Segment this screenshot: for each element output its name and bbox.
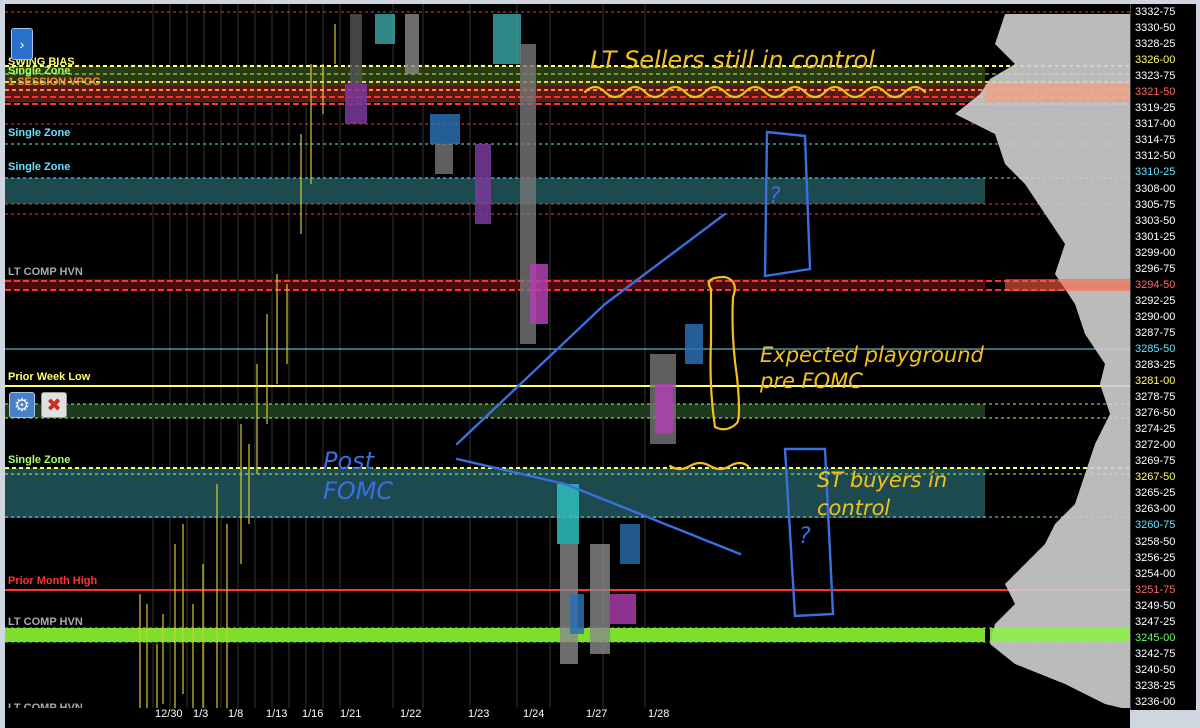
price-tick: 3310-25 bbox=[1135, 166, 1176, 179]
price-tick: 3290-00 bbox=[1135, 310, 1176, 323]
price-tick: 3269-75 bbox=[1135, 455, 1176, 468]
price-tick: 3251-75 bbox=[1135, 583, 1176, 596]
price-tick: 3281-00 bbox=[1135, 375, 1176, 388]
date-label: 1/21 bbox=[340, 708, 362, 720]
price-tick: 3308-00 bbox=[1135, 182, 1176, 195]
price-axis: 3332-75 3330-50 3328-25 3326-00 3323-75 3321-… bbox=[1130, 4, 1196, 710]
annotation-question-lower: ? bbox=[799, 524, 811, 549]
level-label-single-zone: Single Zone bbox=[8, 161, 71, 173]
price-tick: 3254-00 bbox=[1135, 567, 1176, 580]
price-tick: 3283-25 bbox=[1135, 359, 1176, 372]
price-tick: 3272-00 bbox=[1135, 439, 1176, 452]
level-label-single-zone: Single Zone bbox=[8, 454, 71, 466]
price-tick: 3247-25 bbox=[1135, 615, 1176, 628]
green-band bbox=[5, 404, 985, 418]
price-tick: 3301-25 bbox=[1135, 230, 1176, 243]
price-tick: 3294-50 bbox=[1135, 278, 1176, 291]
date-label: 1/23 bbox=[468, 708, 490, 720]
gear-icon: ⚙ bbox=[13, 394, 31, 415]
date-label: 12/30 bbox=[155, 708, 183, 720]
price-tick: 3299-00 bbox=[1135, 246, 1176, 259]
close-button[interactable]: ✖ bbox=[41, 392, 67, 418]
price-tick: 3312-50 bbox=[1135, 150, 1176, 163]
price-tick: 3256-25 bbox=[1135, 551, 1176, 564]
annotation-playground: Expected playground pre FOMC bbox=[760, 343, 984, 393]
level-label-prior-week-low: Prior Week Low bbox=[8, 371, 91, 383]
price-tick: 3323-75 bbox=[1135, 70, 1176, 83]
close-icon: ✖ bbox=[46, 394, 62, 415]
date-label: 1/27 bbox=[586, 708, 608, 720]
price-tick: 3258-50 bbox=[1135, 535, 1176, 548]
price-tick: 3276-50 bbox=[1135, 407, 1176, 420]
price-tick: 3321-50 bbox=[1135, 86, 1176, 99]
level-label-lt-comp-hvn: LT COMP HVN bbox=[8, 616, 83, 628]
annotation-top: LT Sellers still in control bbox=[590, 46, 875, 74]
date-label: 1/8 bbox=[228, 708, 244, 720]
date-label: 1/13 bbox=[266, 708, 288, 720]
price-tick: 3242-75 bbox=[1135, 647, 1176, 660]
price-tick: 3296-75 bbox=[1135, 262, 1176, 275]
price-tick: 3249-50 bbox=[1135, 599, 1176, 612]
expand-panel-button[interactable]: › bbox=[11, 28, 33, 60]
lt-comp-hvn-band bbox=[5, 628, 985, 642]
price-tick: 3332-75 bbox=[1135, 6, 1176, 18]
price-tick: 3314-75 bbox=[1135, 134, 1176, 147]
price-tick: 3238-25 bbox=[1135, 679, 1176, 692]
price-tick: 3260-75 bbox=[1135, 519, 1176, 532]
trading-window: SWING BIAS Single Zone 1 SESSION VPOC Si… bbox=[0, 0, 1200, 728]
price-tick: 3265-25 bbox=[1135, 487, 1176, 500]
price-tick: 3328-25 bbox=[1135, 38, 1176, 51]
price-tick: 3303-50 bbox=[1135, 214, 1176, 227]
price-tick: 3236-00 bbox=[1135, 696, 1176, 708]
price-tick: 3278-75 bbox=[1135, 391, 1176, 404]
date-label: 1/22 bbox=[400, 708, 422, 720]
level-label-lt-comp-hvn: LT COMP HVN bbox=[8, 266, 83, 278]
level-label-session-vpoc: 1 SESSION VPOC bbox=[8, 76, 101, 88]
price-tick: 3245-00 bbox=[1135, 631, 1176, 644]
price-tick: 3319-25 bbox=[1135, 102, 1176, 115]
price-tick: 3263-00 bbox=[1135, 503, 1176, 516]
date-label: 1/24 bbox=[523, 708, 545, 720]
chevron-right-icon: › bbox=[19, 36, 25, 52]
price-tick: 3292-25 bbox=[1135, 294, 1176, 307]
price-tick: 3317-00 bbox=[1135, 118, 1176, 131]
price-tick: 3285-50 bbox=[1135, 342, 1176, 355]
date-label: 1/3 bbox=[193, 708, 209, 720]
market-profile-chart[interactable]: SWING BIAS Single Zone 1 SESSION VPOC Si… bbox=[5, 4, 1130, 710]
annotation-post-fomc: Post FOMC bbox=[323, 447, 394, 505]
price-tick: 3274-25 bbox=[1135, 423, 1176, 436]
annotation-st-buyers: ST buyers in control bbox=[817, 468, 948, 520]
date-label: 1/28 bbox=[648, 708, 670, 720]
level-label-single-zone: Single Zone bbox=[8, 127, 71, 139]
price-tick: 3240-50 bbox=[1135, 663, 1176, 676]
single-zone-band bbox=[5, 178, 985, 204]
level-label-prior-month-high: Prior Month High bbox=[8, 575, 98, 587]
price-tick: 3305-75 bbox=[1135, 198, 1176, 211]
price-tick: 3287-75 bbox=[1135, 326, 1176, 339]
date-label: 1/16 bbox=[302, 708, 324, 720]
price-tick: 3326-00 bbox=[1135, 54, 1176, 67]
price-tick: 3330-50 bbox=[1135, 22, 1176, 35]
annotation-question-upper: ? bbox=[769, 184, 781, 209]
settings-button[interactable]: ⚙ bbox=[9, 392, 35, 418]
price-tick: 3267-50 bbox=[1135, 471, 1176, 484]
